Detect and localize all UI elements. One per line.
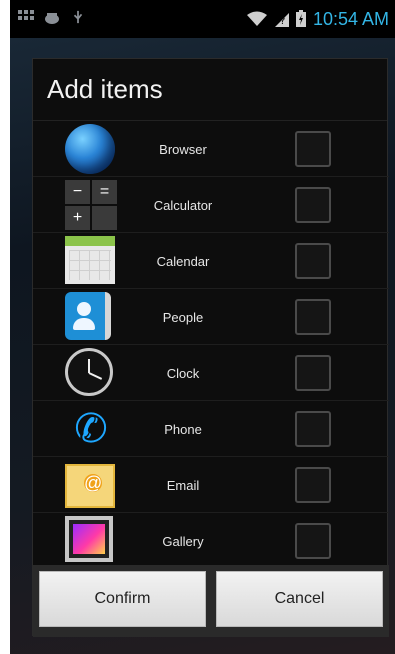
calendar-icon bbox=[65, 236, 117, 286]
list-item-phone[interactable]: ✆ Phone bbox=[33, 401, 389, 457]
status-left bbox=[18, 10, 86, 24]
list-item-email[interactable]: Email bbox=[33, 457, 389, 513]
phone-icon: ✆ bbox=[74, 407, 108, 451]
confirm-button[interactable]: Confirm bbox=[39, 571, 206, 627]
item-label: Browser bbox=[159, 141, 207, 157]
list-item-calculator[interactable]: − = + Calculator bbox=[33, 177, 389, 233]
status-right: ? 10:54 AM bbox=[246, 8, 389, 30]
battery-icon bbox=[295, 10, 306, 27]
dialog-button-bar: Confirm Cancel bbox=[33, 565, 389, 637]
usb-icon bbox=[73, 10, 83, 24]
item-label: Calendar bbox=[156, 253, 210, 269]
email-icon bbox=[65, 460, 117, 510]
people-icon bbox=[65, 292, 117, 342]
status-time: 10:54 AM bbox=[312, 9, 389, 29]
item-label: Calculator bbox=[153, 197, 213, 213]
phone-screen: ? 10:54 AM Add items Browser − = + Calcul bbox=[10, 0, 395, 654]
browser-icon bbox=[65, 124, 117, 174]
checkbox-calendar[interactable] bbox=[295, 243, 331, 279]
checkbox-calculator[interactable] bbox=[295, 187, 331, 223]
list-item-clock[interactable]: Clock bbox=[33, 345, 389, 401]
list-item-calendar[interactable]: Calendar bbox=[33, 233, 389, 289]
svg-text:?: ? bbox=[280, 16, 285, 27]
calculator-icon: − = + bbox=[65, 180, 117, 230]
checkbox-gallery[interactable] bbox=[295, 523, 331, 559]
list-item-browser[interactable]: Browser bbox=[33, 121, 389, 177]
dialog-title: Add items bbox=[33, 59, 387, 121]
clock-icon bbox=[65, 348, 117, 398]
item-label: Email bbox=[166, 477, 200, 493]
list-item-gallery[interactable]: Gallery bbox=[33, 513, 389, 565]
items-list[interactable]: Browser −=+ Calculator Calendar People bbox=[33, 121, 389, 565]
list-item-people[interactable]: People bbox=[33, 289, 389, 345]
checkbox-phone[interactable] bbox=[295, 411, 331, 447]
android-icon bbox=[45, 13, 59, 24]
checkbox-clock[interactable] bbox=[295, 355, 331, 391]
item-label: Phone bbox=[164, 421, 202, 437]
cancel-button[interactable]: Cancel bbox=[216, 571, 383, 627]
checkbox-people[interactable] bbox=[295, 299, 331, 335]
item-label: Clock bbox=[166, 365, 200, 381]
wifi-icon bbox=[246, 11, 267, 26]
checkbox-email[interactable] bbox=[295, 467, 331, 503]
add-items-dialog: Add items Browser − = + Calculator Calenda… bbox=[32, 58, 389, 637]
status-bar: ? 10:54 AM bbox=[10, 0, 395, 38]
item-label: Gallery bbox=[162, 533, 204, 549]
item-label: People bbox=[162, 309, 204, 325]
no-sim-icon: ? bbox=[274, 13, 289, 27]
grid-icon bbox=[18, 10, 34, 24]
gallery-icon bbox=[65, 516, 117, 565]
checkbox-browser[interactable] bbox=[295, 131, 331, 167]
